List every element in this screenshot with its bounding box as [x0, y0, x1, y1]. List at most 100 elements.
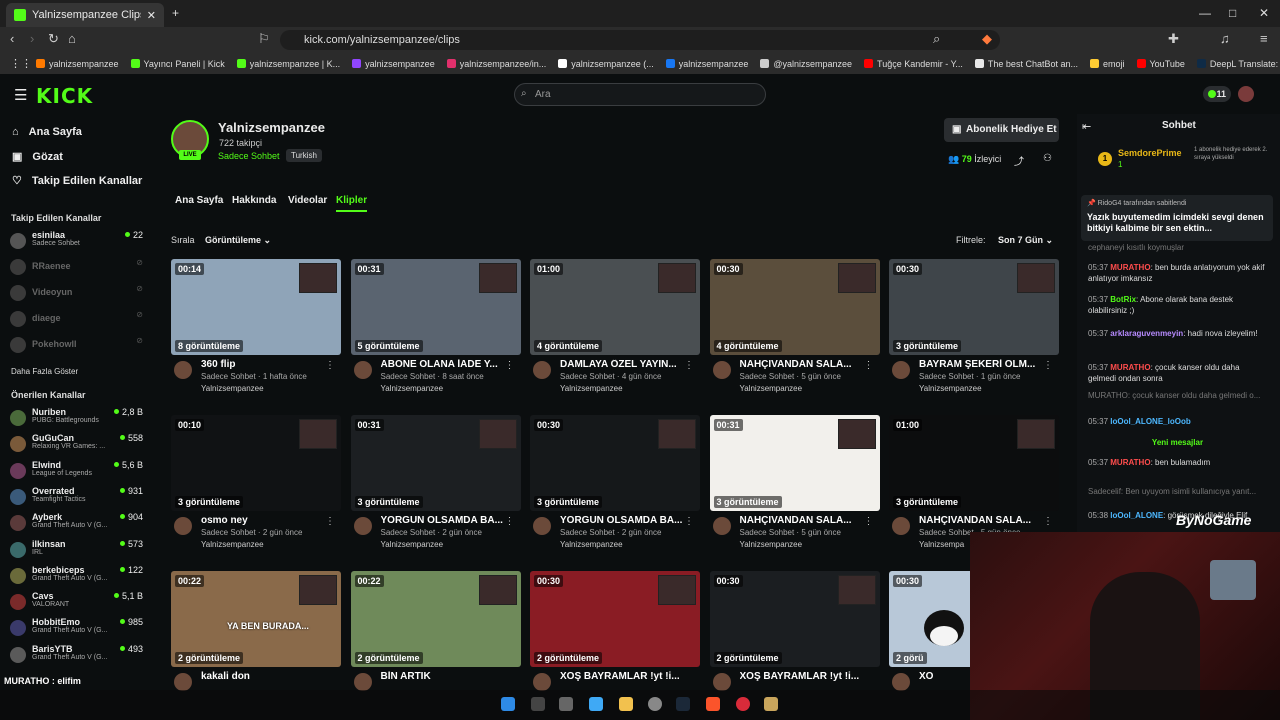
user-menu-icon[interactable]: ⚇	[1043, 153, 1052, 164]
close-tab-icon[interactable]: ✕	[147, 9, 156, 22]
clip-card[interactable]: 00:14 8 görüntüleme 360 flip ⋮ Sadece Sohbet…	[171, 259, 341, 409]
recommended-channel[interactable]: Elwind League of Legends 5,6 B	[10, 460, 145, 482]
clip-channel-avatar[interactable]	[353, 361, 372, 379]
app-yellow-icon[interactable]	[764, 697, 778, 711]
apps-icon[interactable]: ⋮⋮	[10, 57, 32, 70]
more-options-icon[interactable]: ⋮	[864, 516, 874, 527]
tab-about[interactable]: Hakkında	[232, 195, 276, 206]
clip-channel-avatar[interactable]	[533, 517, 551, 535]
clip-thumbnail[interactable]: 00:30 4 görüntüleme	[709, 259, 880, 355]
clip-channel[interactable]: Yalnizsempanzee	[201, 540, 264, 549]
clip-title[interactable]: NAHÇIVANDAN SALA...	[740, 359, 868, 370]
filter-dropdown[interactable]: Son 7 Gün ⌄	[998, 235, 1053, 246]
more-options-icon[interactable]: ⋮	[505, 360, 515, 371]
clip-channel-avatar[interactable]	[892, 673, 910, 691]
extensions-icon[interactable]: ✚	[1168, 31, 1179, 47]
recommended-channel[interactable]: GuGuCan Relaxing VR Games: ... 558	[10, 433, 145, 455]
share-icon[interactable]: ⤴	[1014, 153, 1024, 168]
clip-channel-avatar[interactable]	[712, 361, 731, 379]
clip-channel-avatar[interactable]	[712, 517, 731, 535]
clip-channel[interactable]: Yalnizsempanzee	[560, 540, 623, 549]
close-window-icon[interactable]: ✕	[1259, 6, 1269, 20]
clip-channel-avatar[interactable]	[712, 673, 731, 691]
clip-thumbnail[interactable]: 00:30 3 görüntüleme	[530, 415, 700, 511]
app-red-icon[interactable]	[736, 697, 750, 711]
clip-card[interactable]: 00:10 3 görüntüleme osmo ney ⋮ Sadece Sohbet…	[171, 415, 341, 565]
clip-card[interactable]: YA BEN BURADA... 00:22 2 görüntüleme kakali…	[171, 571, 341, 691]
clip-thumbnail[interactable]: 00:31 3 görüntüleme	[350, 415, 521, 511]
chat-username[interactable]: MURATHO	[1110, 458, 1150, 467]
clip-channel[interactable]: Yalnizsempanzee	[381, 384, 444, 393]
followed-channel[interactable]: RRaenee ⊘	[10, 256, 145, 278]
chat-username[interactable]: loOol_ALONE	[1110, 511, 1163, 520]
followed-channel[interactable]: diaege ⊘	[10, 308, 145, 330]
channel-name[interactable]: Yalnizsempanzee	[218, 120, 325, 135]
clip-channel[interactable]: Yalnizsempanzee	[740, 384, 803, 393]
sidebar-nav-item[interactable]: ♡ Takip Edilen Kanallar	[12, 174, 142, 188]
tab-home[interactable]: Ana Sayfa	[175, 195, 223, 206]
clip-card[interactable]: 00:30 4 görüntüleme NAHÇIVANDAN SALA... ⋮ Sa…	[709, 259, 880, 409]
clip-card[interactable]: 00:31 3 görüntüleme NAHÇIVANDAN SALA... ⋮ Sa…	[709, 415, 880, 565]
media-icon[interactable]: ♫	[1220, 31, 1230, 46]
new-tab-icon[interactable]: +	[172, 6, 179, 20]
clip-thumbnail[interactable]: 00:10 3 görüntüleme	[171, 415, 341, 511]
home-icon[interactable]: ⌂	[68, 31, 76, 46]
clip-title[interactable]: BİN ARTIK	[381, 671, 509, 682]
steam-icon[interactable]	[676, 697, 690, 711]
clip-title[interactable]: kakali don	[201, 671, 329, 682]
clip-card[interactable]: 00:31 5 görüntüleme ABONE OLANA İADE Y... ⋮…	[350, 259, 521, 409]
clip-thumbnail[interactable]: 00:14 8 görüntüleme	[171, 259, 341, 355]
reload-icon[interactable]: ↻	[48, 31, 59, 47]
chat-username[interactable]: BotRix	[1110, 295, 1136, 304]
more-options-icon[interactable]: ⋮	[864, 360, 874, 371]
more-options-icon[interactable]: ⋮	[684, 516, 694, 527]
start-icon[interactable]	[501, 697, 515, 711]
search-input[interactable]: Ara	[514, 83, 766, 106]
kick-logo[interactable]: KICK	[36, 84, 93, 108]
clip-thumbnail[interactable]: 00:22 2 görüntüleme	[350, 571, 521, 667]
forward-icon[interactable]: ›	[30, 31, 34, 46]
clip-thumbnail[interactable]: YA BEN BURADA... 00:22 2 görüntüleme	[171, 571, 341, 667]
clip-thumbnail[interactable]: 01:00 3 görüntüleme	[889, 415, 1059, 511]
clip-title[interactable]: XOŞ BAYRAMLAR !yt !i...	[740, 671, 868, 682]
bookmark-item[interactable]: Yayıncı Paneli | Kick	[130, 59, 225, 69]
clip-channel-avatar[interactable]	[174, 361, 192, 379]
recommended-channel[interactable]: berkebiceps Grand Theft Auto V (G... 122	[10, 565, 145, 587]
clip-channel-avatar[interactable]	[533, 673, 551, 691]
language-tag[interactable]: Turkish	[286, 149, 322, 162]
more-options-icon[interactable]: ⋮	[1043, 516, 1053, 527]
clip-card[interactable]: 00:30 2 görüntüleme XOŞ BAYRAMLAR !yt !i..…	[709, 571, 880, 691]
bookmark-item[interactable]: yalnizsempanzee	[665, 59, 748, 69]
clip-channel-avatar[interactable]	[533, 361, 551, 379]
chat-username[interactable]: loOol_ALONE_loOob	[1110, 417, 1190, 426]
clip-title[interactable]: osmo ney	[201, 515, 329, 526]
clip-channel-avatar[interactable]	[353, 517, 372, 535]
user-avatar[interactable]	[1238, 86, 1254, 102]
clip-channel[interactable]: Yalnizsempa	[919, 540, 964, 549]
clip-thumbnail[interactable]: 01:00 4 görüntüleme	[530, 259, 700, 355]
bookmark-item[interactable]: @yalnizsempanzee	[760, 59, 852, 69]
bookmark-item[interactable]: DeepL Translate: Dü...	[1196, 59, 1280, 69]
back-icon[interactable]: ‹	[10, 31, 14, 46]
recommended-channel[interactable]: Overrated Teamfight Tactics 931	[10, 486, 145, 508]
clip-title[interactable]: XOŞ BAYRAMLAR !yt !i...	[560, 671, 688, 682]
menu-icon[interactable]: ≡	[1260, 31, 1268, 46]
photos-icon[interactable]	[589, 697, 603, 711]
bookmark-icon[interactable]: ⚐	[258, 31, 270, 47]
clip-title[interactable]: 360 flip	[201, 359, 329, 370]
bookmark-item[interactable]: yalnizsempanzee (...	[558, 59, 654, 69]
clip-title[interactable]: YORGUN OLSAMDA BA...	[560, 515, 688, 526]
bookmark-item[interactable]: emoji	[1089, 59, 1125, 69]
clip-channel[interactable]: Yalnizsempanzee	[560, 384, 623, 393]
recommended-channel[interactable]: ilkinsan IRL 573	[10, 539, 145, 561]
more-options-icon[interactable]: ⋮	[1043, 360, 1053, 371]
clip-card[interactable]: 00:30 3 görüntüleme YORGUN OLSAMDA BA... ⋮ S…	[530, 415, 700, 565]
chat-username[interactable]: MURATHO	[1110, 363, 1150, 372]
file-explorer-icon[interactable]	[619, 697, 633, 711]
clip-card[interactable]: 00:30 3 görüntüleme BAYRAM ŞEKERİ OLM... ⋮ S…	[889, 259, 1059, 409]
clip-card[interactable]: 00:22 2 görüntüleme BİN ARTIK	[350, 571, 521, 691]
clip-channel[interactable]: Yalnizsempanzee	[740, 540, 803, 549]
brave-shield-icon[interactable]: ◆	[982, 31, 992, 47]
followed-channel[interactable]: Pokehowll ⊘	[10, 334, 145, 356]
clip-channel-avatar[interactable]	[892, 361, 910, 379]
